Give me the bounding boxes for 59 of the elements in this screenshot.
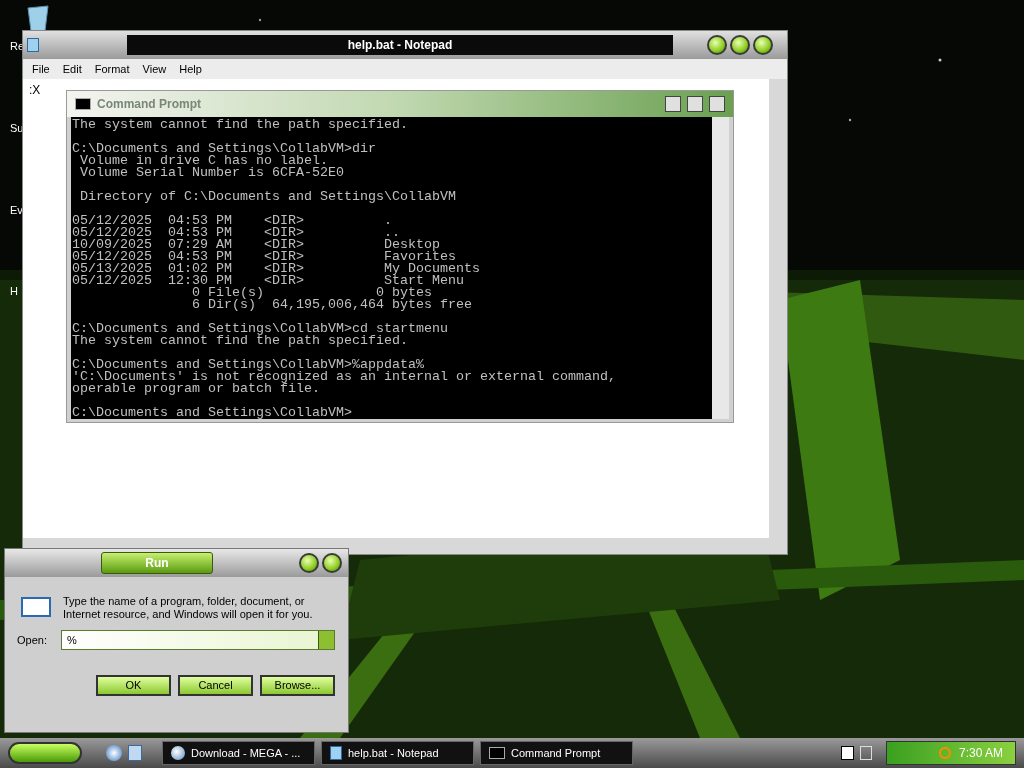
globe-icon	[171, 746, 185, 760]
window-title: Run	[145, 555, 169, 572]
menu-item[interactable]: View	[142, 60, 167, 78]
dialog-button[interactable]: OK	[96, 675, 171, 696]
console-line: 6 Dir(s) 64,195,006,464 bytes free	[190, 299, 473, 311]
console-line: 10/09/2025 07:29 AM <DIR> Desktop	[72, 239, 440, 251]
document-text: :X	[29, 83, 41, 97]
minimize-button[interactable]	[665, 96, 681, 112]
icon-label: H	[10, 284, 18, 299]
console-line: C:\Documents and Settings\CollabVM>%appdata%	[72, 359, 424, 371]
console-icon	[75, 98, 91, 110]
console-line: Volume Serial Number is 6CFA-52E0	[79, 167, 345, 179]
console-line: 05/12/2025 12:30 PM <DIR> Start Menu	[72, 275, 465, 287]
window-title: help.bat - Notepad	[347, 37, 453, 54]
console-line: The system cannot find the path specified.	[72, 335, 409, 347]
close-button[interactable]	[753, 35, 773, 55]
console-line: 05/12/2025 04:53 PM <DIR> .	[72, 215, 393, 227]
open-label: Open:	[17, 632, 47, 648]
start-button[interactable]	[8, 742, 82, 764]
taskbar-button[interactable]: help.bat - Notepad	[321, 741, 474, 765]
console-line: operable program or batch file.	[72, 383, 320, 395]
dialog-button[interactable]: Browse...	[260, 675, 335, 696]
help-button[interactable]	[299, 553, 319, 573]
menu-item[interactable]: File	[32, 60, 50, 78]
notepad-icon	[330, 746, 342, 760]
console-line: Volume in drive C has no label.	[79, 155, 328, 167]
icon-label: Ev	[10, 203, 23, 218]
minimize-button[interactable]	[707, 35, 727, 55]
window-title: Command Prompt	[97, 96, 201, 113]
menu-item[interactable]: Help	[179, 60, 202, 78]
close-button[interactable]	[322, 553, 342, 573]
run-icon	[21, 597, 51, 617]
browser-icon[interactable]	[106, 745, 122, 761]
dialog-button[interactable]: Cancel	[178, 675, 253, 696]
notepad-icon	[27, 38, 39, 52]
maximize-button[interactable]	[687, 96, 703, 112]
console-line: C:\Documents and Settings\CollabVM>cd startmenu	[72, 323, 449, 335]
console-line: C:\Documents and Settings\CollabVM>	[72, 407, 353, 419]
console-line: 0 File(s) 0 bytes	[190, 287, 433, 299]
maximize-button[interactable]	[730, 35, 750, 55]
taskbar-button[interactable]: Command Prompt	[480, 741, 633, 765]
open-combobox[interactable]: %	[60, 630, 335, 650]
console-line: 05/12/2025 04:53 PM <DIR> ..	[72, 227, 400, 239]
console-line: 05/12/2025 04:53 PM <DIR> Favorites	[72, 251, 456, 263]
menu-item[interactable]: Format	[94, 60, 130, 78]
vertical-scrollbar[interactable]	[769, 79, 787, 538]
clock: 7:30 AM	[958, 745, 1003, 762]
console-line: Directory of C:\Documents and Settings\CollabVM	[79, 191, 457, 203]
menu-item[interactable]: Edit	[62, 60, 82, 78]
run-description: Type the name of a program, folder, document, or Internet resource, and Windows will open it for you.	[63, 595, 314, 621]
console-line: C:\Documents and Settings\CollabVM>dir	[72, 143, 377, 155]
close-button[interactable]	[709, 96, 725, 112]
console-line: 'C:\Documents' is not recognized as an internal or external command,	[72, 371, 617, 383]
console-line: 05/13/2025 01:02 PM <DIR> My Documents	[72, 263, 481, 275]
taskbar-button[interactable]: Download - MEGA - ...	[162, 741, 315, 765]
vertical-scrollbar[interactable]	[712, 117, 729, 419]
console-line: The system cannot find the path specified.	[72, 119, 409, 131]
console-icon	[489, 747, 505, 759]
document-icon[interactable]	[128, 745, 142, 761]
